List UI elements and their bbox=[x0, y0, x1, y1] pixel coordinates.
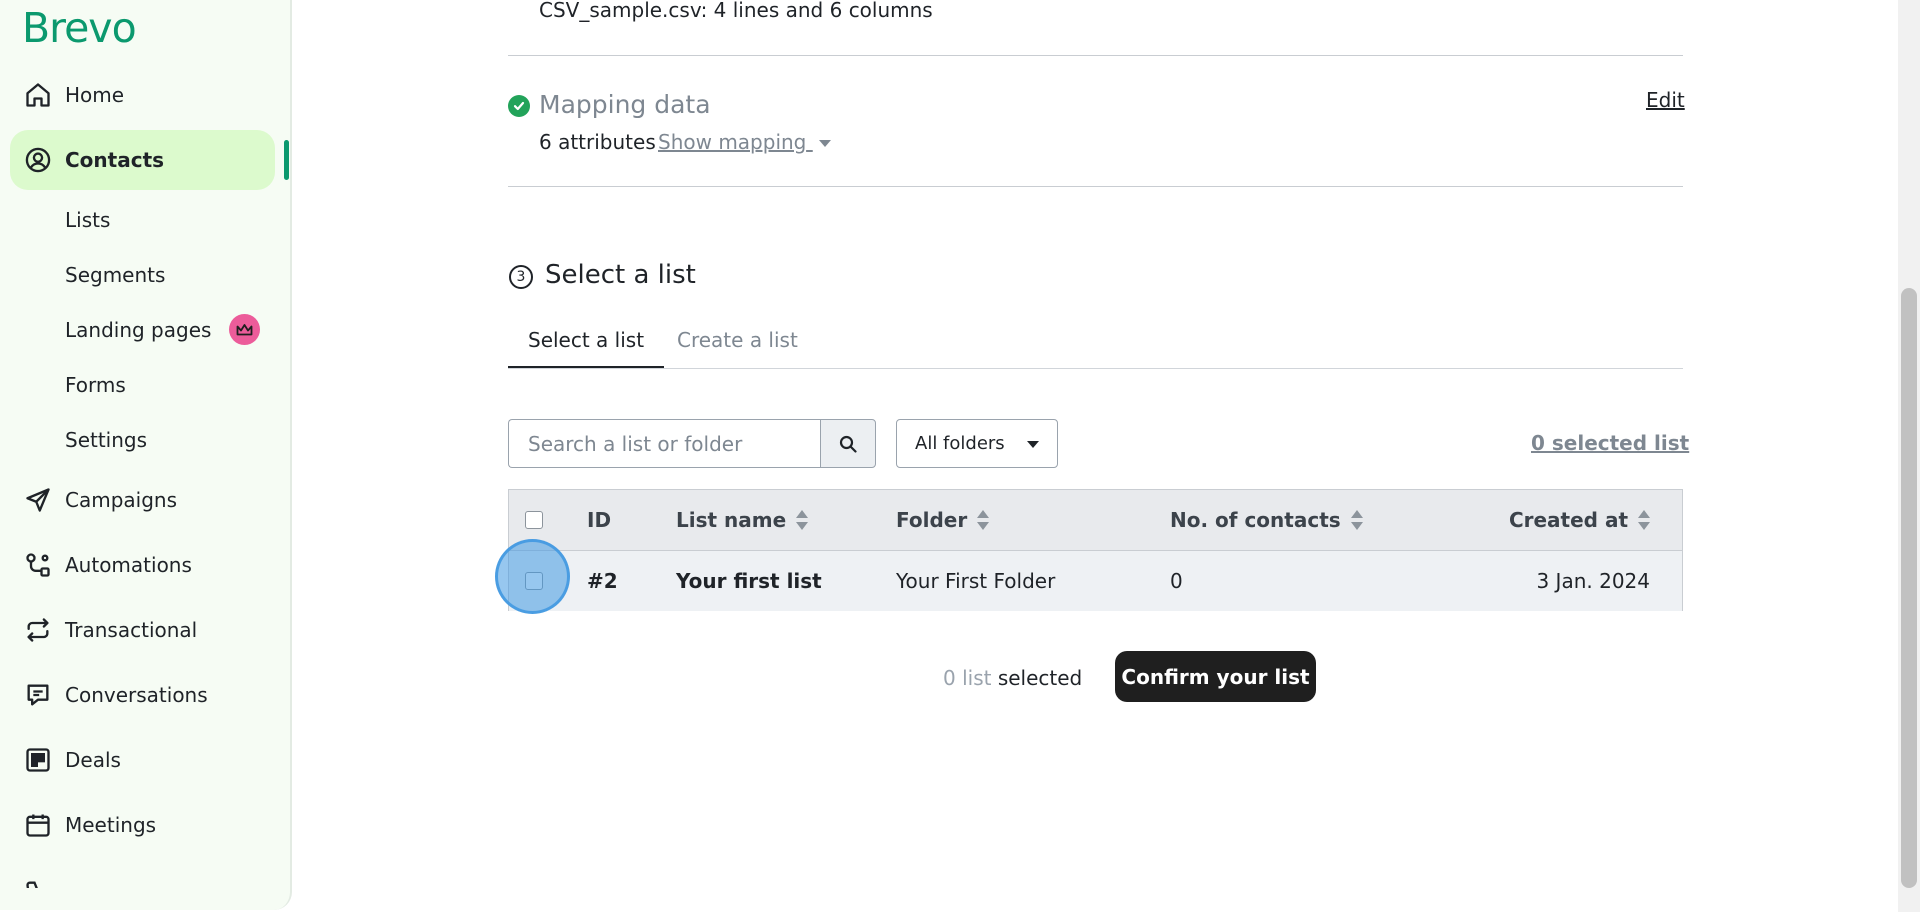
sidebar-item-label: Transactional bbox=[65, 618, 198, 642]
row-contacts: 0 bbox=[1170, 569, 1183, 593]
sort-icon bbox=[796, 509, 809, 531]
sidebar-item-meetings[interactable]: Meetings bbox=[10, 795, 275, 855]
sort-icon bbox=[977, 509, 990, 531]
lists-table: ID List name Folder No. of contacts Crea… bbox=[508, 489, 1683, 611]
sidebar-item-cutoff-icon bbox=[24, 878, 52, 888]
table-header: ID List name Folder No. of contacts Crea… bbox=[509, 490, 1682, 551]
tab-select-list[interactable]: Select a list bbox=[508, 328, 665, 368]
folder-filter-select[interactable]: All folders bbox=[896, 419, 1058, 468]
sidebar-item-automations[interactable]: Automations bbox=[10, 535, 275, 595]
board-icon bbox=[26, 748, 50, 772]
column-header-label: List name bbox=[676, 508, 787, 532]
column-header-folder[interactable]: Folder bbox=[896, 490, 990, 550]
file-summary: CSV_sample.csv: 4 lines and 6 columns bbox=[539, 0, 933, 22]
check-icon bbox=[508, 95, 530, 117]
column-header-label: No. of contacts bbox=[1170, 508, 1341, 532]
sidebar: Brevo Home Contacts Lists Segments Landi… bbox=[0, 0, 292, 910]
table-row[interactable]: #2 Your first list Your First Folder 0 3… bbox=[509, 551, 1682, 611]
chat-icon bbox=[27, 684, 49, 706]
selected-list-count-link[interactable]: 0 selected list bbox=[1531, 431, 1689, 455]
sidebar-item-label: Conversations bbox=[65, 683, 208, 707]
sidebar-item-label: Campaigns bbox=[65, 488, 178, 512]
show-mapping-label: Show mapping bbox=[658, 130, 807, 154]
user-circle-icon bbox=[25, 147, 51, 173]
column-header-id: ID bbox=[587, 508, 612, 532]
row-created-at: 3 Jan. 2024 bbox=[1536, 569, 1650, 593]
sidebar-item-contacts[interactable]: Contacts bbox=[10, 130, 275, 190]
sidebar-item-label: Home bbox=[65, 83, 125, 107]
row-id: #2 bbox=[587, 569, 618, 593]
repeat-icon bbox=[27, 618, 49, 642]
column-header-contacts[interactable]: No. of contacts bbox=[1170, 490, 1363, 550]
select-all-checkbox[interactable] bbox=[525, 511, 543, 529]
tab-create-list[interactable]: Create a list bbox=[677, 328, 798, 368]
sidebar-subitem-segments[interactable]: Segments bbox=[65, 260, 165, 290]
click-indicator bbox=[495, 539, 570, 614]
column-header-list-name[interactable]: List name bbox=[676, 490, 809, 550]
calendar-icon bbox=[26, 814, 50, 837]
sidebar-item-label: Contacts bbox=[65, 148, 165, 172]
crown-icon bbox=[229, 314, 260, 345]
divider bbox=[508, 186, 1683, 187]
send-icon bbox=[26, 488, 50, 512]
sidebar-item-conversations[interactable]: Conversations bbox=[10, 665, 275, 725]
footer-count-label: selected bbox=[991, 666, 1083, 690]
attributes-count: 6 attributes bbox=[539, 130, 656, 154]
sidebar-item-campaigns[interactable]: Campaigns bbox=[10, 470, 275, 530]
confirm-list-button[interactable]: Confirm your list bbox=[1115, 651, 1316, 702]
sidebar-item-transactional[interactable]: Transactional bbox=[10, 600, 275, 660]
search-button[interactable] bbox=[820, 419, 876, 468]
search-icon bbox=[839, 435, 857, 453]
sidebar-subitem-lists[interactable]: Lists bbox=[65, 205, 110, 235]
caret-down-icon bbox=[1027, 441, 1039, 448]
sidebar-subitem-settings[interactable]: Settings bbox=[65, 425, 147, 455]
column-header-created-at[interactable]: Created at bbox=[1509, 490, 1650, 550]
sort-icon bbox=[1638, 509, 1650, 531]
sidebar-item-home[interactable]: Home bbox=[10, 65, 275, 125]
show-mapping-link[interactable]: Show mapping bbox=[658, 130, 831, 154]
sidebar-subitem-landing-pages[interactable]: Landing pages bbox=[65, 315, 211, 345]
mapping-title: Mapping data bbox=[539, 90, 711, 119]
footer-selected-count: 0 list selected bbox=[943, 666, 1082, 690]
divider bbox=[508, 55, 1683, 56]
column-header-label: Created at bbox=[1508, 508, 1628, 532]
automation-icon bbox=[26, 553, 50, 577]
footer-count-number: 0 list bbox=[943, 666, 992, 690]
edit-mapping-link[interactable]: Edit bbox=[1646, 88, 1685, 112]
column-header-label: Folder bbox=[896, 508, 968, 532]
chevron-down-icon bbox=[818, 140, 831, 147]
tabs-divider bbox=[508, 368, 1683, 369]
section-title: Select a list bbox=[545, 260, 696, 290]
sidebar-item-label: Automations bbox=[65, 553, 192, 577]
sidebar-item-deals[interactable]: Deals bbox=[10, 730, 275, 790]
sidebar-item-label: Meetings bbox=[65, 813, 157, 837]
active-indicator bbox=[284, 140, 289, 180]
sidebar-subitem-forms[interactable]: Forms bbox=[65, 370, 126, 400]
step-number: 3 bbox=[509, 265, 533, 289]
row-list-name[interactable]: Your first list bbox=[676, 551, 822, 611]
home-icon bbox=[26, 83, 50, 107]
row-folder: Your First Folder bbox=[896, 569, 1056, 593]
scrollbar-thumb[interactable] bbox=[1901, 288, 1917, 888]
sidebar-item-label: Deals bbox=[65, 748, 121, 772]
brevo-logo[interactable]: Brevo bbox=[22, 4, 137, 52]
search-input[interactable]: Search a list or folder bbox=[508, 419, 820, 468]
sort-icon bbox=[1350, 509, 1363, 531]
folder-filter-value: All folders bbox=[915, 433, 1005, 454]
